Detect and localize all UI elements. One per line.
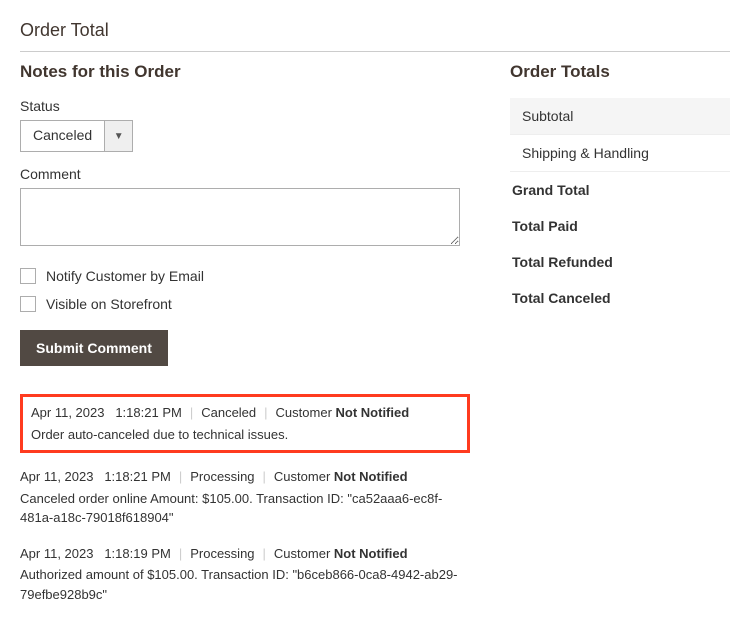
section-title: Order Total bbox=[20, 20, 730, 52]
history-body: Canceled order online Amount: $105.00. T… bbox=[20, 489, 470, 528]
history-body: Authorized amount of $105.00. Transactio… bbox=[20, 565, 470, 604]
order-totals-panel: Order Totals SubtotalShipping & Handling… bbox=[510, 62, 730, 614]
notes-panel: Notes for this Order Status Canceled ▼ C… bbox=[20, 62, 470, 614]
visible-checkbox[interactable] bbox=[20, 296, 36, 312]
history-status: Processing bbox=[190, 546, 254, 561]
history-customer-state: Not Notified bbox=[334, 546, 408, 561]
totals-row: Total Refunded bbox=[510, 244, 730, 280]
history-customer-state: Not Notified bbox=[336, 405, 410, 420]
totals-row: Grand Total bbox=[510, 172, 730, 208]
history-date: Apr 11, 2023 bbox=[20, 469, 93, 484]
totals-row: Total Canceled bbox=[510, 280, 730, 316]
history-body: Order auto-canceled due to technical iss… bbox=[31, 425, 459, 445]
submit-comment-button[interactable]: Submit Comment bbox=[20, 330, 168, 366]
totals-row: Total Paid bbox=[510, 208, 730, 244]
separator: | bbox=[264, 405, 267, 420]
comment-textarea[interactable] bbox=[20, 188, 460, 246]
totals-row: Shipping & Handling bbox=[510, 135, 730, 172]
separator: | bbox=[179, 469, 182, 484]
history-entry: Apr 11, 2023 1:18:19 PM | Processing | Custo… bbox=[20, 538, 470, 615]
history-time: 1:18:19 PM bbox=[104, 546, 171, 561]
history-customer-prefix: Customer bbox=[276, 405, 336, 420]
history-time: 1:18:21 PM bbox=[104, 469, 171, 484]
history-time: 1:18:21 PM bbox=[115, 405, 182, 420]
history-date: Apr 11, 2023 bbox=[31, 405, 104, 420]
separator: | bbox=[179, 546, 182, 561]
notify-label: Notify Customer by Email bbox=[46, 268, 204, 284]
order-history: Apr 11, 2023 1:18:21 PM | Canceled | Custome… bbox=[20, 394, 470, 614]
history-meta: Apr 11, 2023 1:18:21 PM | Canceled | Custome… bbox=[31, 403, 459, 423]
visible-label: Visible on Storefront bbox=[46, 296, 172, 312]
status-select-value: Canceled bbox=[21, 121, 104, 151]
chevron-down-icon: ▼ bbox=[104, 121, 132, 151]
history-status: Canceled bbox=[201, 405, 256, 420]
order-totals-heading: Order Totals bbox=[510, 62, 730, 82]
separator: | bbox=[190, 405, 193, 420]
history-customer-state: Not Notified bbox=[334, 469, 408, 484]
history-entry: Apr 11, 2023 1:18:21 PM | Canceled | Custome… bbox=[20, 394, 470, 453]
status-label: Status bbox=[20, 98, 470, 114]
notes-heading: Notes for this Order bbox=[20, 62, 470, 82]
history-date: Apr 11, 2023 bbox=[20, 546, 93, 561]
history-entry: Apr 11, 2023 1:18:21 PM | Processing | Custo… bbox=[20, 461, 470, 538]
history-customer-prefix: Customer bbox=[274, 546, 334, 561]
notify-checkbox[interactable] bbox=[20, 268, 36, 284]
comment-label: Comment bbox=[20, 166, 470, 182]
history-meta: Apr 11, 2023 1:18:19 PM | Processing | Custo… bbox=[20, 544, 470, 564]
status-select[interactable]: Canceled ▼ bbox=[20, 120, 133, 152]
separator: | bbox=[263, 469, 266, 484]
history-meta: Apr 11, 2023 1:18:21 PM | Processing | Custo… bbox=[20, 467, 470, 487]
totals-row: Subtotal bbox=[510, 98, 730, 135]
order-totals-list: SubtotalShipping & HandlingGrand TotalTo… bbox=[510, 98, 730, 316]
history-customer-prefix: Customer bbox=[274, 469, 334, 484]
history-status: Processing bbox=[190, 469, 254, 484]
separator: | bbox=[263, 546, 266, 561]
